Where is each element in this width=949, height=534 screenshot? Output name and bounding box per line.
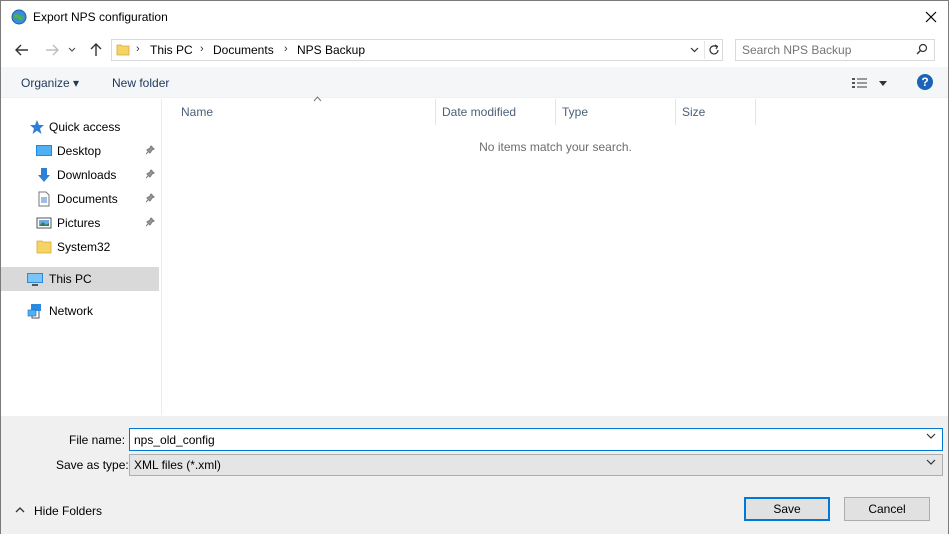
sidebar-item-label: Documents — [57, 192, 118, 206]
chevron-down-icon — [68, 47, 76, 52]
empty-message: No items match your search. — [479, 140, 632, 154]
organize-button[interactable]: Organize ▾ — [21, 76, 79, 90]
folder-icon — [36, 240, 52, 254]
cancel-button[interactable]: Cancel — [844, 497, 930, 521]
chevron-down-icon[interactable] — [926, 433, 936, 439]
close-icon — [925, 11, 937, 23]
save-as-type-label: Save as type: — [56, 458, 129, 472]
save-as-type-value: XML files (*.xml) — [134, 458, 221, 472]
column-header-date-modified[interactable]: Date modified — [436, 99, 556, 125]
network-icon — [27, 304, 41, 319]
folder-icon — [116, 44, 130, 56]
file-name-input[interactable] — [134, 432, 914, 448]
forward-arrow-icon — [46, 44, 59, 56]
sidebar-item-label: System32 — [57, 240, 111, 254]
navigation-row: › This PC › Documents › NPS Backup — [1, 35, 948, 65]
save-form-panel: File name: Save as type: XML files (*.xm… — [1, 416, 948, 534]
caret-down-icon — [879, 80, 887, 86]
pin-icon — [145, 217, 155, 227]
save-button[interactable]: Save — [744, 497, 830, 521]
sidebar-item-label: Network — [49, 304, 94, 318]
command-bar: Organize ▾ New folder ? — [1, 67, 948, 98]
up-arrow-icon — [90, 43, 102, 56]
download-icon — [38, 168, 50, 182]
sidebar-item-network[interactable]: Network — [1, 299, 159, 323]
file-name-label: File name: — [69, 433, 126, 447]
column-header-name[interactable]: Name — [175, 96, 436, 125]
pictures-icon — [36, 217, 52, 229]
nps-globe-icon — [11, 9, 27, 25]
sidebar-item-label: Desktop — [57, 144, 102, 158]
refresh-button[interactable] — [704, 41, 722, 59]
search-box[interactable] — [735, 39, 935, 61]
search-input[interactable] — [742, 42, 902, 58]
sidebar-item-label: This PC — [49, 272, 92, 286]
pin-icon — [145, 169, 155, 179]
pin-icon — [145, 193, 155, 203]
sidebar-item-system32[interactable]: System32 — [1, 235, 159, 259]
up-button[interactable] — [85, 40, 107, 60]
sidebar-item-documents[interactable]: Documents — [1, 187, 159, 211]
breadcrumb-this-pc[interactable]: This PC — [150, 43, 193, 57]
refresh-icon — [708, 44, 719, 55]
view-options-button[interactable] — [851, 74, 891, 92]
help-button[interactable]: ? — [917, 74, 933, 90]
documents-icon — [38, 191, 50, 207]
back-button[interactable] — [11, 40, 33, 60]
sort-ascending-icon — [313, 96, 322, 102]
chevron-down-icon — [690, 47, 698, 53]
sidebar-item-quick-access[interactable]: Quick access — [1, 115, 159, 139]
address-dropdown-button[interactable] — [686, 42, 702, 58]
title-bar: Export NPS configuration — [1, 1, 948, 34]
breadcrumb-nps-backup[interactable]: NPS Backup — [297, 43, 365, 57]
breadcrumb-separator-icon: › — [200, 43, 204, 55]
column-header-size[interactable]: Size — [676, 99, 756, 125]
computer-icon — [27, 273, 43, 286]
sidebar-item-this-pc[interactable]: This PC — [1, 267, 159, 291]
forward-button[interactable] — [41, 40, 63, 60]
sidebar-item-downloads[interactable]: Downloads — [1, 163, 159, 187]
close-button[interactable] — [913, 1, 949, 33]
sidebar-item-label: Pictures — [57, 216, 101, 230]
chevron-down-icon — [926, 459, 936, 465]
sidebar-item-pictures[interactable]: Pictures — [1, 211, 159, 235]
star-icon — [30, 120, 44, 134]
details-view-icon — [852, 78, 867, 88]
save-dialog: Export NPS configuration › This PC › Doc… — [0, 0, 949, 534]
back-arrow-icon — [15, 44, 28, 56]
breadcrumb-documents[interactable]: Documents — [213, 43, 274, 57]
sidebar-item-label: Quick access — [49, 120, 121, 134]
column-header-type[interactable]: Type — [556, 99, 676, 125]
breadcrumb-separator-icon: › — [284, 43, 288, 55]
file-name-field[interactable] — [129, 428, 943, 451]
pin-icon — [145, 145, 155, 155]
breadcrumb-separator-icon: › — [136, 43, 140, 55]
file-list[interactable]: Name Date modified Type Size No items ma… — [163, 96, 948, 415]
chevron-up-icon — [15, 507, 25, 513]
address-bar[interactable]: › This PC › Documents › NPS Backup — [111, 39, 723, 61]
sidebar-item-desktop[interactable]: Desktop — [1, 139, 159, 163]
navigation-pane: Quick access Desktop Downloads Documents… — [1, 99, 162, 415]
hide-folders-label: Hide Folders — [34, 504, 103, 518]
desktop-icon — [36, 145, 52, 156]
new-folder-button[interactable]: New folder — [112, 76, 169, 90]
save-as-type-select[interactable]: XML files (*.xml) — [129, 454, 943, 476]
window-title: Export NPS configuration — [33, 10, 168, 24]
recent-locations-button[interactable] — [65, 40, 79, 60]
sidebar-item-label: Downloads — [57, 168, 117, 182]
search-icon — [916, 43, 928, 55]
